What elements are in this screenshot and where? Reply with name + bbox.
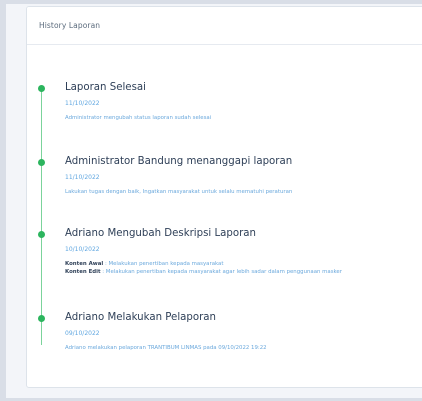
timeline-item-title: Laporan Selesai bbox=[65, 82, 146, 93]
timeline-item-date: 10/10/2022 bbox=[65, 246, 100, 253]
timeline-item-content: Adriano Melakukan Pelaporan 09/10/2022 A… bbox=[65, 311, 422, 352]
history-card: History Laporan Laporan Selesai 11/10/20… bbox=[26, 6, 422, 388]
timeline-item-title: Adriano Melakukan Pelaporan bbox=[65, 312, 216, 323]
new-content-label: Konten Edit bbox=[65, 269, 101, 275]
old-content-text: : Melakukan penertiban kepada masyarakat bbox=[104, 261, 224, 267]
new-content-text: : Melakukan penertiban kepada masyarakat… bbox=[102, 269, 342, 275]
timeline-item-description: Administrator mengubah status laporan su… bbox=[65, 115, 212, 121]
page-background: History Laporan Laporan Selesai 11/10/20… bbox=[6, 4, 422, 398]
timeline-dot-icon bbox=[38, 85, 45, 92]
timeline-item-description-new: Konten Edit : Melakukan penertiban kepad… bbox=[65, 268, 422, 276]
timeline-item-content: Laporan Selesai 11/10/2022 Administrator… bbox=[65, 81, 422, 122]
timeline-item-description: Adriano melakukan pelaporan TRANTIBUM LI… bbox=[65, 345, 267, 351]
history-timeline: Laporan Selesai 11/10/2022 Administrator… bbox=[27, 45, 422, 387]
timeline-item-description-old: Konten Awal : Melakukan penertiban kepad… bbox=[65, 260, 422, 268]
timeline-item-content: Adriano Mengubah Deskripsi Laporan 10/10… bbox=[65, 227, 422, 276]
timeline-item-title: Adriano Mengubah Deskripsi Laporan bbox=[65, 228, 256, 239]
timeline-item-title: Administrator Bandung menanggapi laporan bbox=[65, 156, 293, 167]
old-content-label: Konten Awal bbox=[65, 261, 104, 267]
timeline-item-date: 11/10/2022 bbox=[65, 174, 100, 181]
card-header: History Laporan bbox=[27, 7, 422, 45]
timeline-dot-icon bbox=[38, 159, 45, 166]
timeline-dot-icon bbox=[38, 231, 45, 238]
timeline-item-content: Administrator Bandung menanggapi laporan… bbox=[65, 155, 422, 196]
timeline-item-description: Lakukan tugas dengan baik, Ingatkan masy… bbox=[65, 189, 293, 195]
timeline-item-date: 11/10/2022 bbox=[65, 100, 100, 107]
card-title: History Laporan bbox=[39, 21, 101, 30]
timeline-dot-icon bbox=[38, 315, 45, 322]
timeline-item-date: 09/10/2022 bbox=[65, 330, 100, 337]
timeline-line bbox=[41, 87, 42, 345]
